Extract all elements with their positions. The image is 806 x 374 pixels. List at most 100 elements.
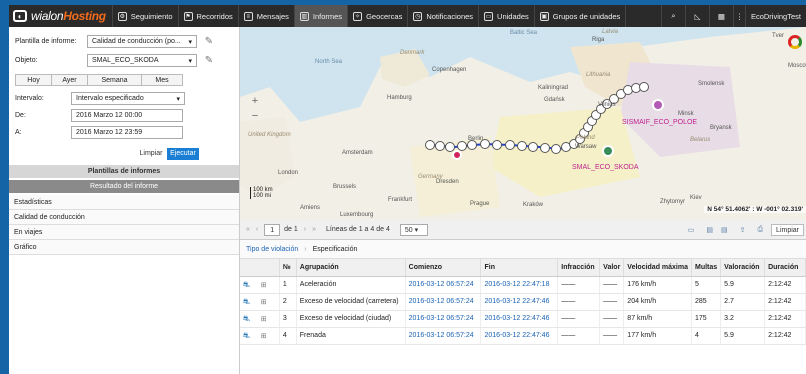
clear-button[interactable]: Limpiar	[135, 148, 167, 160]
col-grouping-header[interactable]: Agrupación	[296, 259, 406, 277]
user-menu[interactable]: EcoDrivingTest	[744, 5, 806, 27]
object-select[interactable]: SMAL_ECO_SKODA ▾	[87, 54, 197, 67]
clear-table-button[interactable]: Limpiar	[771, 223, 804, 236]
row-end[interactable]: 2016-03-12 22:47:46	[480, 310, 559, 328]
track-point-icon[interactable]	[435, 141, 445, 151]
track-point-icon[interactable]	[540, 143, 550, 153]
track-point-icon[interactable]	[425, 140, 435, 150]
next-page-icon[interactable]: ›	[304, 226, 306, 233]
to-date-input[interactable]: 2016 Marzo 12 23:59	[71, 126, 183, 139]
row-rating: 3.2	[720, 310, 766, 328]
col-duration-header[interactable]: Duración	[764, 259, 806, 277]
red-marker[interactable]	[452, 150, 462, 160]
nav-unidades[interactable]: ▭ Unidades	[478, 5, 534, 27]
map-view[interactable]: SISMAIF_ECO_POLOE SMAL_ECO_SKODA Baltic …	[240, 27, 806, 220]
expand-icon[interactable]: ⊞	[257, 276, 280, 294]
tab-violation-type[interactable]: Tipo de violación	[246, 246, 298, 253]
pdf-icon[interactable]: ▤	[706, 226, 713, 234]
page-input[interactable]: 1	[264, 223, 281, 236]
period-hoy[interactable]: Hoy	[16, 75, 52, 85]
table-row[interactable]: ⛐ ⊞ 1 Aceleración 2016-03-12 06:57:24 2016-03…	[240, 276, 806, 294]
track-point-icon[interactable]	[505, 140, 515, 150]
search-button[interactable]: ⌕	[660, 5, 685, 27]
table-row[interactable]: ⛐ ⊞ 2 Exceso de velocidad (carretera) 2016-0…	[240, 293, 806, 311]
result-band[interactable]: Resultado del informe	[9, 180, 239, 193]
template-select[interactable]: Calidad de conducción (po... ▾	[87, 35, 197, 48]
track-point-icon[interactable]	[551, 144, 561, 154]
track-point-icon[interactable]	[492, 140, 502, 150]
prev-page-icon[interactable]: ‹	[256, 226, 258, 233]
wialon-logo[interactable]: ◐ wialon Hosting	[9, 5, 112, 27]
nav-geocercas[interactable]: ✧ Geocercas	[347, 5, 407, 27]
last-page-icon[interactable]: »	[312, 226, 316, 233]
to-label: A:	[15, 129, 22, 136]
expand-icon[interactable]: ⊞	[257, 310, 280, 328]
zoom-in-icon[interactable]: +	[248, 95, 262, 107]
nav-notificaciones[interactable]: ◷ Notificaciones	[407, 5, 478, 27]
table-body: ⛐ ⊞ 1 Aceleración 2016-03-12 06:57:24 2016-03…	[240, 276, 806, 345]
row-start[interactable]: 2016-03-12 06:57:24	[405, 310, 482, 328]
first-page-icon[interactable]: «	[246, 226, 250, 233]
map-label-kaliningrad: Kaliningrad	[538, 85, 569, 91]
track-point-icon[interactable]	[639, 82, 649, 92]
map-location-icon[interactable]: ⛐	[240, 310, 258, 328]
per-page-select[interactable]: 50 ▾	[399, 223, 428, 236]
row-start[interactable]: 2016-03-12 06:57:24	[405, 293, 482, 311]
map-location-icon[interactable]: ⛐	[240, 293, 258, 311]
section-grafico[interactable]: Gráfico	[9, 240, 239, 255]
from-date-input[interactable]: 2016 Marzo 12 00:00	[71, 109, 183, 122]
row-end[interactable]: 2016-03-12 22:47:18	[480, 276, 559, 294]
nav-recorridos[interactable]: ⚑ Recorridos	[177, 5, 238, 27]
period-semana[interactable]: Semana	[88, 75, 142, 85]
print-icon[interactable]: ⎙	[757, 226, 763, 234]
apps-button[interactable]: ▦	[708, 5, 733, 27]
table-row[interactable]: ⛐ ⊞ 3 Exceso de velocidad (ciudad) 2016-03-1…	[240, 310, 806, 328]
expand-icon[interactable]: ⊞	[257, 293, 280, 311]
row-start[interactable]: 2016-03-12 06:57:24	[405, 276, 482, 294]
tools-button[interactable]: ◺	[684, 5, 709, 27]
unit-marker-poloe[interactable]	[652, 99, 664, 111]
period-mes[interactable]: Mes	[142, 75, 182, 85]
col-end-header[interactable]: Fin	[480, 259, 559, 277]
col-fines-header[interactable]: Multas	[691, 259, 722, 277]
menu-button[interactable]: ⋮	[732, 5, 745, 27]
expand-icon[interactable]: ⊞	[257, 327, 280, 345]
map-location-icon[interactable]: ⛐	[240, 327, 258, 345]
col-infraction-header[interactable]: Infracción	[557, 259, 601, 277]
unit-marker-skoda[interactable]	[602, 145, 614, 157]
nav-mensajes[interactable]: ≡ Mensajes	[237, 5, 294, 27]
row-end[interactable]: 2016-03-12 22:47:46	[480, 293, 559, 311]
track-point-icon[interactable]	[528, 142, 538, 152]
wrench-icon[interactable]: ✎	[203, 36, 215, 48]
templates-band[interactable]: Plantillas de informes	[9, 165, 239, 178]
xls-icon[interactable]: ▤	[721, 226, 728, 234]
nav-seguimiento[interactable]: ⚙ Seguimiento	[111, 5, 178, 27]
section-viajes[interactable]: En viajes	[9, 225, 239, 240]
nav-grupos[interactable]: ▣ Grupos de unidades	[533, 5, 626, 27]
tab-specification[interactable]: Especificación	[313, 246, 358, 253]
execute-button[interactable]: Ejecutar	[167, 148, 199, 160]
map-label-warsaw: Warsaw	[575, 144, 597, 150]
period-ayer[interactable]: Ayer	[52, 75, 88, 85]
more-icon: ⋮	[735, 11, 744, 21]
section-estadisticas[interactable]: Estadísticas	[9, 195, 239, 210]
table-row[interactable]: ⛐ ⊞ 4 Frenada 2016-03-12 06:57:24 2016-03-12 …	[240, 327, 806, 345]
nav-informes[interactable]: ▥ Informes	[293, 5, 348, 27]
col-maxspeed-header[interactable]: Velocidad máxima	[623, 259, 692, 277]
row-infraction: ——	[557, 310, 601, 328]
col-start-header[interactable]: Comienzo	[405, 259, 482, 277]
interval-select[interactable]: Intervalo especificado ▾	[71, 92, 185, 105]
export-icon[interactable]: ⇪	[740, 226, 746, 234]
zoom-out-icon[interactable]: −	[248, 110, 262, 122]
map-location-icon[interactable]: ⛐	[240, 276, 258, 294]
row-end[interactable]: 2016-03-12 22:47:46	[480, 327, 559, 345]
col-rating-header[interactable]: Valoración	[720, 259, 766, 277]
track-point-icon[interactable]	[517, 141, 527, 151]
col-value-header[interactable]: Valor	[599, 259, 625, 277]
wrench-icon[interactable]: ✎	[203, 55, 215, 67]
col-number-header[interactable]: №	[279, 259, 297, 277]
map-toggle-icon[interactable]: ▭	[688, 226, 695, 234]
map-label-poland: Poland	[576, 135, 595, 141]
row-start[interactable]: 2016-03-12 06:57:24	[405, 327, 482, 345]
section-calidad[interactable]: Calidad de conducción	[9, 210, 239, 225]
